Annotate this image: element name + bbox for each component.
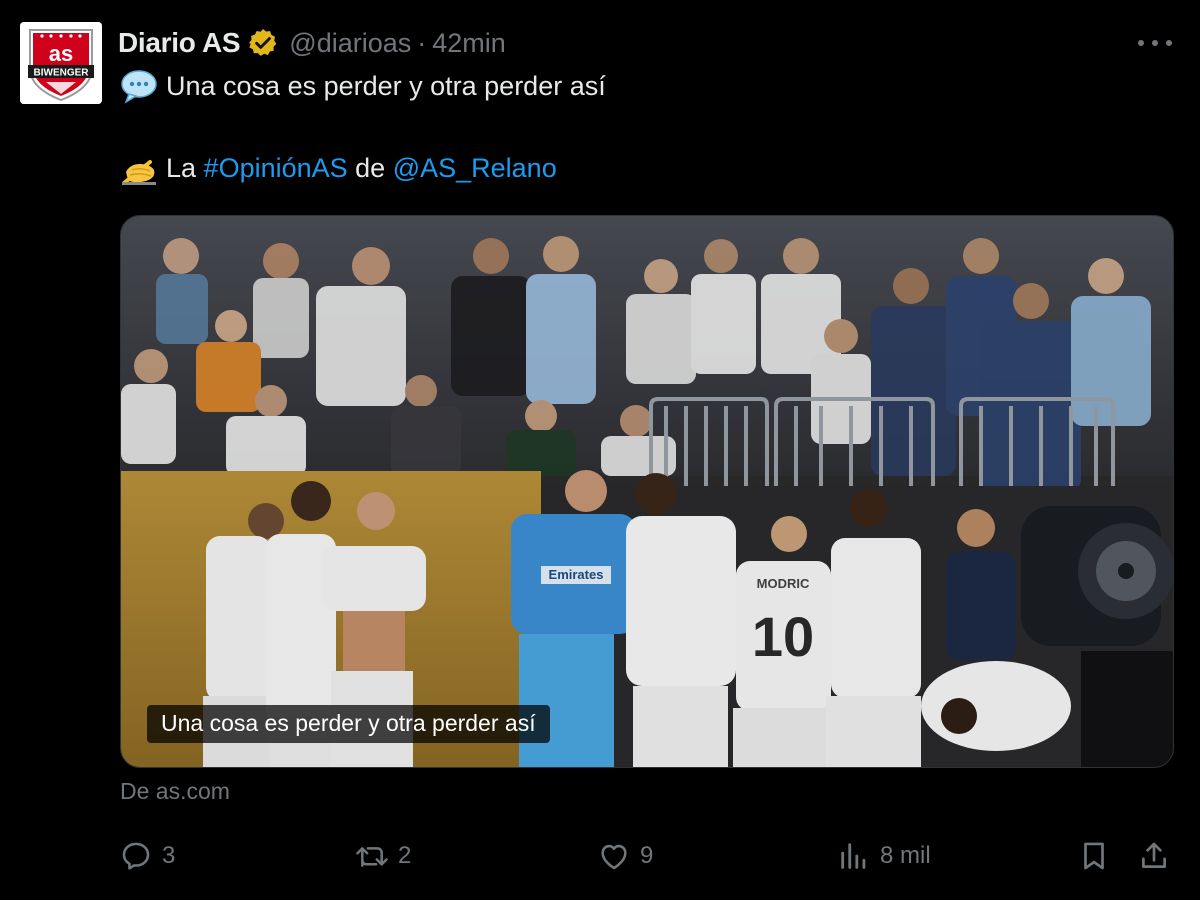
tweet: as BIWENGER Diario AS @diarioas · 42min	[0, 0, 1200, 900]
bookmark-button[interactable]	[1076, 836, 1112, 876]
writing-hand-icon	[120, 150, 158, 186]
like-count: 9	[640, 842, 654, 869]
reply-count: 3	[162, 842, 176, 869]
reply-icon	[118, 838, 154, 874]
author-display-name[interactable]: Diario AS	[118, 27, 241, 59]
author-handle[interactable]: @diarioas	[289, 28, 411, 59]
svg-text:as: as	[49, 41, 73, 66]
verified-badge-icon[interactable]	[247, 27, 279, 59]
avatar[interactable]: as BIWENGER	[20, 22, 102, 104]
tweet-header: Diario AS @diarioas · 42min	[118, 24, 506, 62]
text-middle: de	[347, 152, 393, 183]
media-card[interactable]: Emirates MODRIC 10 Una cosa es perder y …	[120, 215, 1174, 768]
analytics-icon	[836, 838, 872, 874]
action-bar: 3 2 9 8 mil	[118, 836, 1178, 876]
speech-balloon-icon	[120, 68, 158, 104]
svg-text:BIWENGER: BIWENGER	[34, 68, 90, 79]
separator-dot: ·	[417, 27, 427, 58]
heart-icon	[596, 838, 632, 874]
tweet-text-line-2: La #OpiniónAS de @AS_Relano	[120, 150, 557, 186]
as-biwenger-logo: as BIWENGER	[20, 22, 102, 104]
match-photo: Emirates MODRIC 10	[121, 216, 1173, 767]
mention-link[interactable]: @AS_Relano	[393, 153, 557, 184]
tweet-text: Una cosa es perder y otra perder así	[166, 70, 606, 101]
like-button[interactable]: 9	[596, 836, 653, 876]
share-icon	[1136, 838, 1172, 874]
more-options-icon[interactable]	[1138, 30, 1172, 56]
tweet-timestamp[interactable]: 42min	[432, 28, 506, 59]
reply-button[interactable]: 3	[118, 836, 175, 876]
bookmark-icon	[1076, 838, 1112, 874]
tweet-text-line-1: Una cosa es perder y otra perder así	[120, 68, 606, 104]
hashtag-link[interactable]: #OpiniónAS	[204, 153, 348, 184]
repost-button[interactable]: 2	[354, 836, 411, 876]
link-source[interactable]: De as.com	[120, 778, 230, 805]
views-button[interactable]: 8 mil	[836, 836, 931, 876]
repost-icon	[354, 838, 390, 874]
repost-count: 2	[398, 842, 412, 869]
text-prefix: La	[166, 152, 204, 183]
media-caption: Una cosa es perder y otra perder así	[147, 705, 550, 743]
view-count: 8 mil	[880, 842, 931, 869]
share-button[interactable]	[1136, 836, 1172, 876]
